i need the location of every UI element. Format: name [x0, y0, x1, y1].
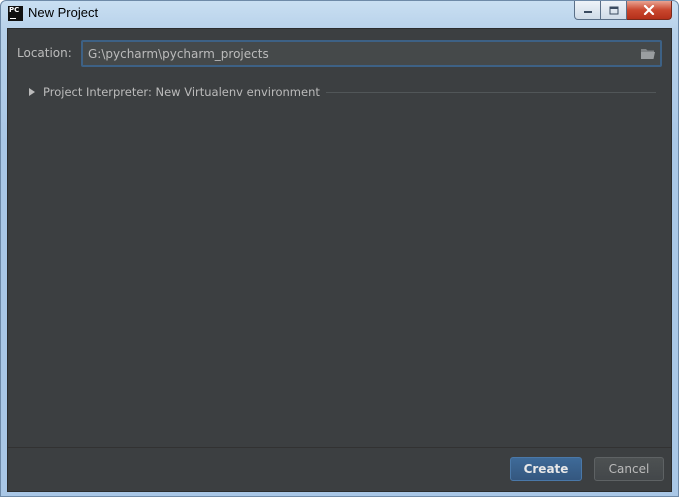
create-button[interactable]: Create	[510, 457, 582, 481]
title-bar[interactable]: PC New Project	[1, 1, 678, 28]
location-input[interactable]	[83, 42, 660, 65]
close-icon	[643, 5, 655, 15]
app-icon-text: PC	[9, 6, 20, 14]
expand-triangle-icon[interactable]	[28, 87, 36, 97]
maximize-button[interactable]	[601, 1, 627, 20]
maximize-icon	[609, 6, 618, 14]
project-interpreter-section[interactable]: Project Interpreter: New Virtualenv envi…	[28, 84, 656, 100]
dialog-content: Location: Project Interpreter: New Virtu…	[7, 28, 672, 492]
new-project-window: PC New Project Location: G:\pycharm\pych…	[0, 0, 679, 497]
pycharm-app-icon: PC	[8, 6, 23, 21]
project-interpreter-label[interactable]: Project Interpreter: New Virtualenv envi…	[43, 85, 320, 99]
location-label: Location:	[17, 46, 72, 60]
window-title: New Project	[28, 5, 99, 20]
window-controls	[574, 1, 672, 20]
footer-divider	[8, 447, 671, 448]
section-divider	[325, 92, 656, 93]
minimize-button[interactable]	[574, 1, 601, 20]
close-button[interactable]	[627, 1, 672, 20]
cancel-button[interactable]: Cancel	[594, 457, 664, 481]
minimize-icon	[583, 11, 592, 13]
location-field-wrapper	[81, 40, 662, 67]
folder-browse-icon[interactable]	[640, 47, 656, 60]
